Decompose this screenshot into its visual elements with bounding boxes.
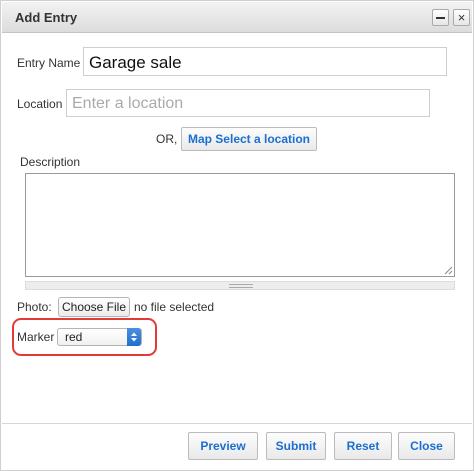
description-textarea[interactable] xyxy=(25,173,455,277)
or-text: OR, xyxy=(156,132,178,146)
reset-button[interactable]: Reset xyxy=(334,432,392,460)
dialog-titlebar[interactable]: Add Entry × xyxy=(2,2,472,33)
submit-button[interactable]: Submit xyxy=(266,432,326,460)
minimize-icon xyxy=(436,17,445,19)
marker-select[interactable]: red xyxy=(57,328,142,346)
marker-select-value: red xyxy=(65,330,83,344)
marker-label: Marker xyxy=(17,330,55,344)
resize-grip-icon[interactable] xyxy=(444,266,453,275)
select-arrows-icon xyxy=(127,328,141,346)
photo-label: Photo: xyxy=(17,300,52,314)
footer-divider xyxy=(2,423,472,424)
dialog-title: Add Entry xyxy=(15,10,78,25)
titlebar-close-button[interactable]: × xyxy=(453,9,470,26)
close-icon: × xyxy=(457,10,466,25)
file-status-text: no file selected xyxy=(134,300,215,314)
choose-file-button[interactable]: Choose File xyxy=(58,297,130,317)
minimize-button[interactable] xyxy=(432,9,449,26)
add-entry-dialog: Add Entry × Entry Name Garage sale Locat… xyxy=(0,0,474,471)
preview-button[interactable]: Preview xyxy=(188,432,258,460)
splitter-grip-icon xyxy=(229,284,253,288)
description-label: Description xyxy=(20,155,81,169)
textarea-splitter[interactable] xyxy=(25,281,455,290)
map-select-location-button[interactable]: Map Select a location xyxy=(181,127,317,151)
entry-name-input[interactable]: Garage sale xyxy=(83,47,447,76)
entry-name-label: Entry Name xyxy=(17,56,81,70)
location-label: Location xyxy=(17,97,63,111)
location-input[interactable]: Enter a location xyxy=(66,89,430,117)
close-button[interactable]: Close xyxy=(398,432,455,460)
